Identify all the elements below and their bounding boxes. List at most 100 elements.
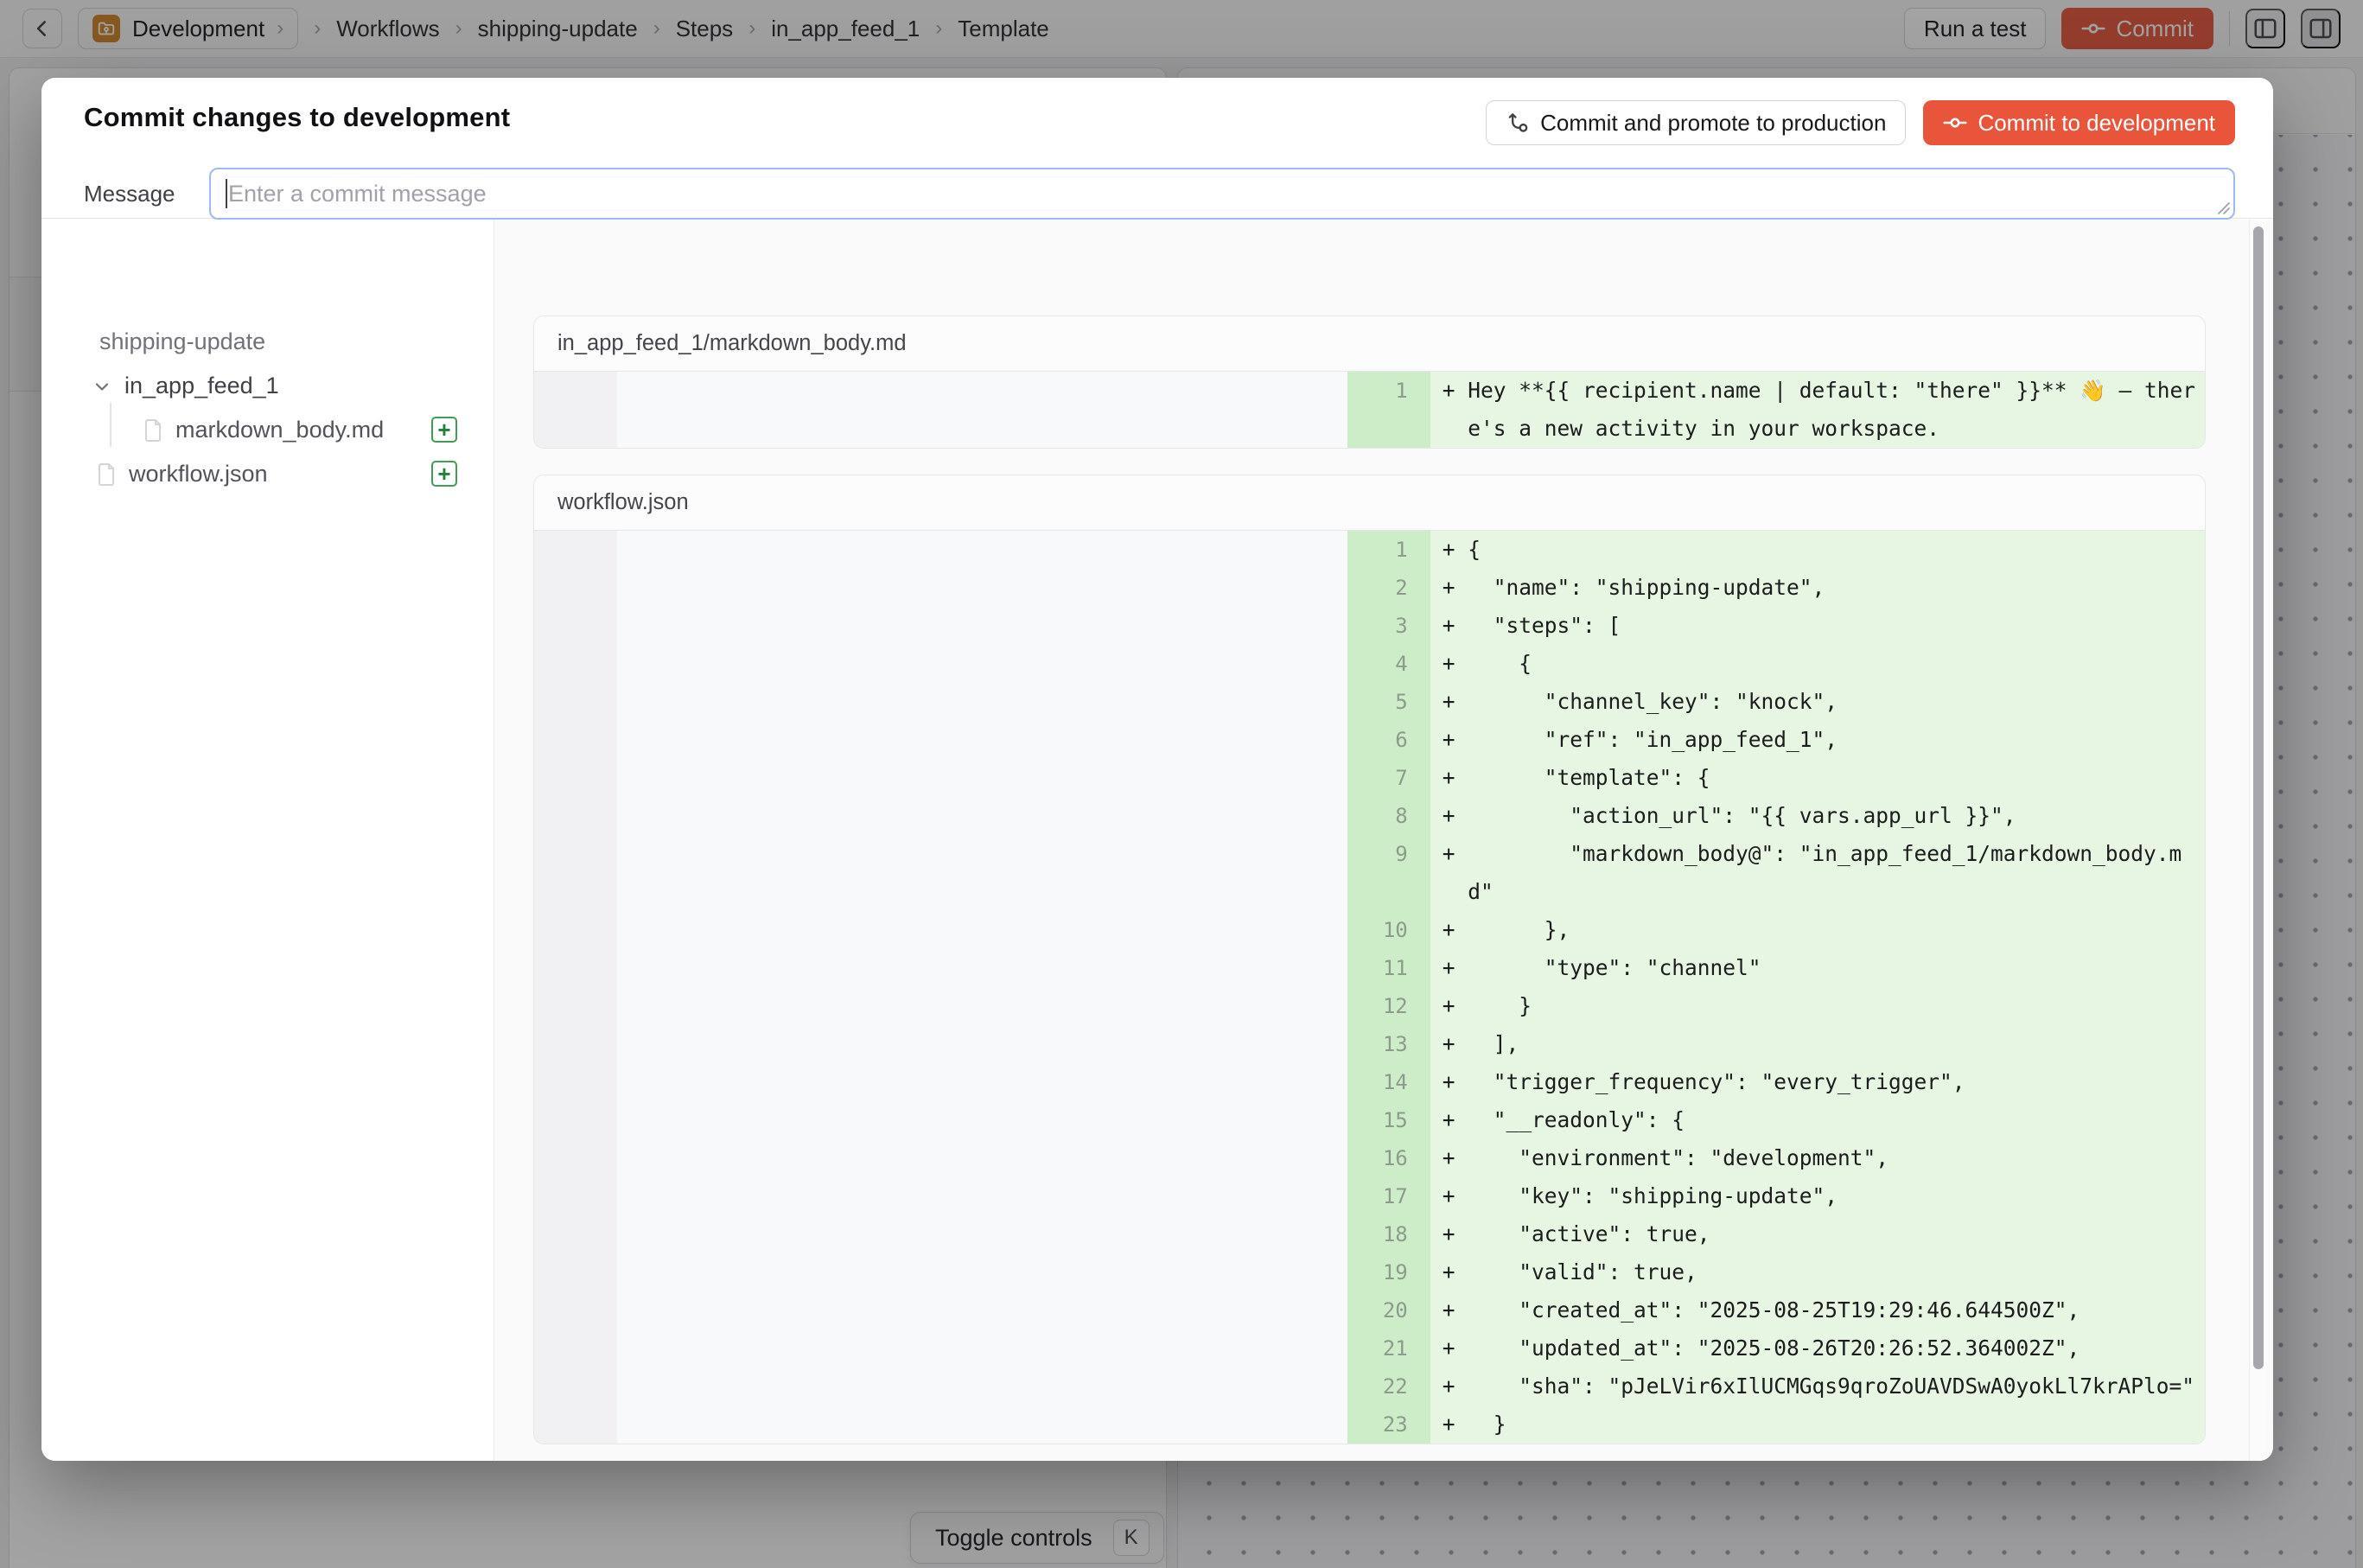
resize-grip-icon[interactable] <box>2215 200 2231 215</box>
diff-line-row: 15+ "__readonly": { <box>534 1101 2205 1139</box>
added-line-content: + "__readonly": { <box>1430 1101 2205 1139</box>
tree-file-markdown[interactable]: markdown_body.md + <box>41 408 494 452</box>
tree-guide-line <box>110 403 111 447</box>
diff-line-row: 9+ "markdown_body@": "in_app_feed_1/mark… <box>534 835 2205 911</box>
line-number: 9 <box>1347 835 1430 911</box>
added-line-content: + "created_at": "2025-08-25T19:29:46.644… <box>1430 1291 2205 1329</box>
modal-header: Commit changes to development Commit and… <box>41 78 2273 219</box>
added-line-content: + "name": "shipping-update", <box>1430 569 2205 607</box>
added-line-content: + "updated_at": "2025-08-26T20:26:52.364… <box>1430 1329 2205 1367</box>
diff-line-row: 13+ ], <box>534 1025 2205 1063</box>
added-line-content: + "trigger_frequency": "every_trigger", <box>1430 1063 2205 1101</box>
added-line-content: + "type": "channel" <box>1430 949 2205 987</box>
added-line-content: + "ref": "in_app_feed_1", <box>1430 721 2205 759</box>
line-number: 13 <box>1347 1025 1430 1063</box>
line-number: 10 <box>1347 911 1430 949</box>
diff-line-row: 21+ "updated_at": "2025-08-26T20:26:52.3… <box>534 1329 2205 1367</box>
diff-line-row: 8+ "action_url": "{{ vars.app_url }}", <box>534 797 2205 835</box>
git-commit-icon <box>1943 111 1967 135</box>
diff-line-row: 22+ "sha": "pJeLVir6xIlUCMGqs9qroZoUAVDS… <box>534 1367 2205 1405</box>
diff-line-row: 19+ "valid": true, <box>534 1253 2205 1291</box>
line-number: 20 <box>1347 1291 1430 1329</box>
diff-line-row: 20+ "created_at": "2025-08-25T19:29:46.6… <box>534 1291 2205 1329</box>
diff-panel: workflow.json1+ {2+ "name": "shipping-up… <box>533 475 2206 1444</box>
message-label: Message <box>84 181 209 207</box>
diff-line-row: 1+ Hey **{{ recipient.name | default: "t… <box>534 372 2205 448</box>
added-line-content: + "valid": true, <box>1430 1253 2205 1291</box>
added-line-content: + ], <box>1430 1025 2205 1063</box>
file-added-badge: + <box>431 417 457 443</box>
line-number: 18 <box>1347 1215 1430 1253</box>
changed-files-tree: shipping-update in_app_feed_1 markdown_b… <box>41 220 494 1461</box>
added-line-content: + "active": true, <box>1430 1215 2205 1253</box>
line-number: 12 <box>1347 987 1430 1025</box>
diff-line-row: 6+ "ref": "in_app_feed_1", <box>534 721 2205 759</box>
diff-panel: in_app_feed_1/markdown_body.md1+ Hey **{… <box>533 316 2206 449</box>
diff-line-row: 14+ "trigger_frequency": "every_trigger"… <box>534 1063 2205 1101</box>
tree-step-item[interactable]: in_app_feed_1 <box>41 364 494 408</box>
line-number: 11 <box>1347 949 1430 987</box>
added-line-content: + "action_url": "{{ vars.app_url }}", <box>1430 797 2205 835</box>
commit-modal: Commit changes to development Commit and… <box>41 78 2273 1461</box>
line-number: 3 <box>1347 607 1430 645</box>
added-line-content: + "environment": "development", <box>1430 1139 2205 1177</box>
added-line-content: + } <box>1430 987 2205 1025</box>
diff-line-row: 12+ } <box>534 987 2205 1025</box>
diff-line-row: 5+ "channel_key": "knock", <box>534 683 2205 721</box>
commit-development-button[interactable]: Commit to development <box>1923 100 2235 145</box>
diff-line-row: 16+ "environment": "development", <box>534 1139 2205 1177</box>
file-added-badge: + <box>431 461 457 487</box>
line-number: 5 <box>1347 683 1430 721</box>
tree-root-workflow: shipping-update <box>41 320 494 364</box>
file-icon <box>96 463 117 486</box>
branch-arrow-icon <box>1506 111 1530 135</box>
line-number: 23 <box>1347 1405 1430 1444</box>
line-number: 17 <box>1347 1177 1430 1215</box>
added-line-content: + "key": "shipping-update", <box>1430 1177 2205 1215</box>
commit-promote-button[interactable]: Commit and promote to production <box>1486 100 1906 145</box>
file-icon <box>143 419 163 442</box>
text-caret <box>226 179 227 208</box>
line-number: 8 <box>1347 797 1430 835</box>
added-line-content: + } <box>1430 1405 2205 1444</box>
added-line-content: + { <box>1430 531 2205 569</box>
diff-line-row: 18+ "active": true, <box>534 1215 2205 1253</box>
added-line-content: + "template": { <box>1430 759 2205 797</box>
line-number: 22 <box>1347 1367 1430 1405</box>
diff-line-row: 7+ "template": { <box>534 759 2205 797</box>
diff-line-row: 11+ "type": "channel" <box>534 949 2205 987</box>
line-number: 14 <box>1347 1063 1430 1101</box>
tree-file-workflow-json[interactable]: workflow.json + <box>41 452 494 496</box>
diff-line-row: 4+ { <box>534 645 2205 683</box>
chevron-down-icon[interactable] <box>92 376 112 397</box>
added-line-content: + }, <box>1430 911 2205 949</box>
line-number: 1 <box>1347 531 1430 569</box>
added-line-content: + "steps": [ <box>1430 607 2205 645</box>
line-number: 4 <box>1347 645 1430 683</box>
line-number: 19 <box>1347 1253 1430 1291</box>
line-number: 1 <box>1347 372 1430 448</box>
commit-message-input[interactable] <box>209 168 2235 220</box>
modal-scrollbar[interactable] <box>2249 220 2266 1461</box>
line-number: 2 <box>1347 569 1430 607</box>
line-number: 21 <box>1347 1329 1430 1367</box>
diff-panels: in_app_feed_1/markdown_body.md1+ Hey **{… <box>533 220 2206 1461</box>
line-number: 6 <box>1347 721 1430 759</box>
line-number: 7 <box>1347 759 1430 797</box>
diff-line-row: 2+ "name": "shipping-update", <box>534 569 2205 607</box>
added-line-content: + "markdown_body@": "in_app_feed_1/markd… <box>1430 835 2205 911</box>
diff-line-row: 1+ { <box>534 531 2205 569</box>
diff-panel-header: workflow.json <box>534 475 2205 531</box>
diff-line-row: 3+ "steps": [ <box>534 607 2205 645</box>
diff-line-row: 17+ "key": "shipping-update", <box>534 1177 2205 1215</box>
line-number: 15 <box>1347 1101 1430 1139</box>
modal-body: shipping-update in_app_feed_1 markdown_b… <box>41 220 2273 1461</box>
scrollbar-thumb[interactable] <box>2253 226 2264 1369</box>
diff-line-row: 23+ } <box>534 1405 2205 1444</box>
added-line-content: + Hey **{{ recipient.name | default: "th… <box>1430 372 2205 448</box>
added-line-content: + { <box>1430 645 2205 683</box>
added-line-content: + "channel_key": "knock", <box>1430 683 2205 721</box>
diff-panel-header: in_app_feed_1/markdown_body.md <box>534 316 2205 372</box>
diff-line-row: 10+ }, <box>534 911 2205 949</box>
line-number: 16 <box>1347 1139 1430 1177</box>
